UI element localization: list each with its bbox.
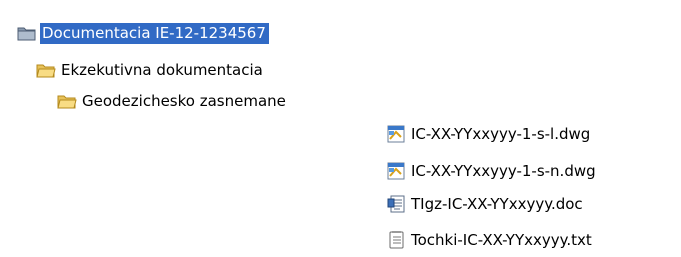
- tree-item-documentacia[interactable]: Documentacia IE-12-1234567: [17, 22, 269, 44]
- tree-item-label: Documentacia IE-12-1234567: [40, 22, 269, 44]
- folder-icon: [57, 92, 77, 110]
- dwg-file-icon: [387, 125, 407, 143]
- dwg-file-icon: [387, 162, 407, 180]
- file-item[interactable]: Tochki-IC-XX-YYxxyyy.txt: [387, 229, 595, 251]
- file-name: IC-XX-YYxxyyy-1-s-l.dwg: [411, 124, 591, 143]
- doc-file-icon: [387, 195, 407, 213]
- tree-item-ekzekutivna[interactable]: Ekzekutivna dokumentacia: [36, 59, 266, 81]
- file-item[interactable]: IC-XX-YYxxyyy-1-s-l.dwg: [387, 123, 593, 145]
- tree-item-label: Geodezichesko zasnemane: [82, 91, 286, 110]
- tree-item-geodezichesko[interactable]: Geodezichesko zasnemane: [57, 90, 289, 112]
- txt-file-icon: [387, 231, 407, 249]
- tree-item-label: Ekzekutivna dokumentacia: [61, 60, 263, 79]
- file-name: TIgz-IC-XX-YYxxyyy.doc: [411, 194, 583, 213]
- folder-closed-icon: [17, 24, 37, 42]
- file-name: IC-XX-YYxxyyy-1-s-n.dwg: [411, 161, 596, 180]
- file-name: Tochki-IC-XX-YYxxyyy.txt: [411, 230, 592, 249]
- file-item[interactable]: TIgz-IC-XX-YYxxyyy.doc: [387, 193, 586, 215]
- file-item[interactable]: IC-XX-YYxxyyy-1-s-n.dwg: [387, 160, 599, 182]
- folder-icon: [36, 61, 56, 79]
